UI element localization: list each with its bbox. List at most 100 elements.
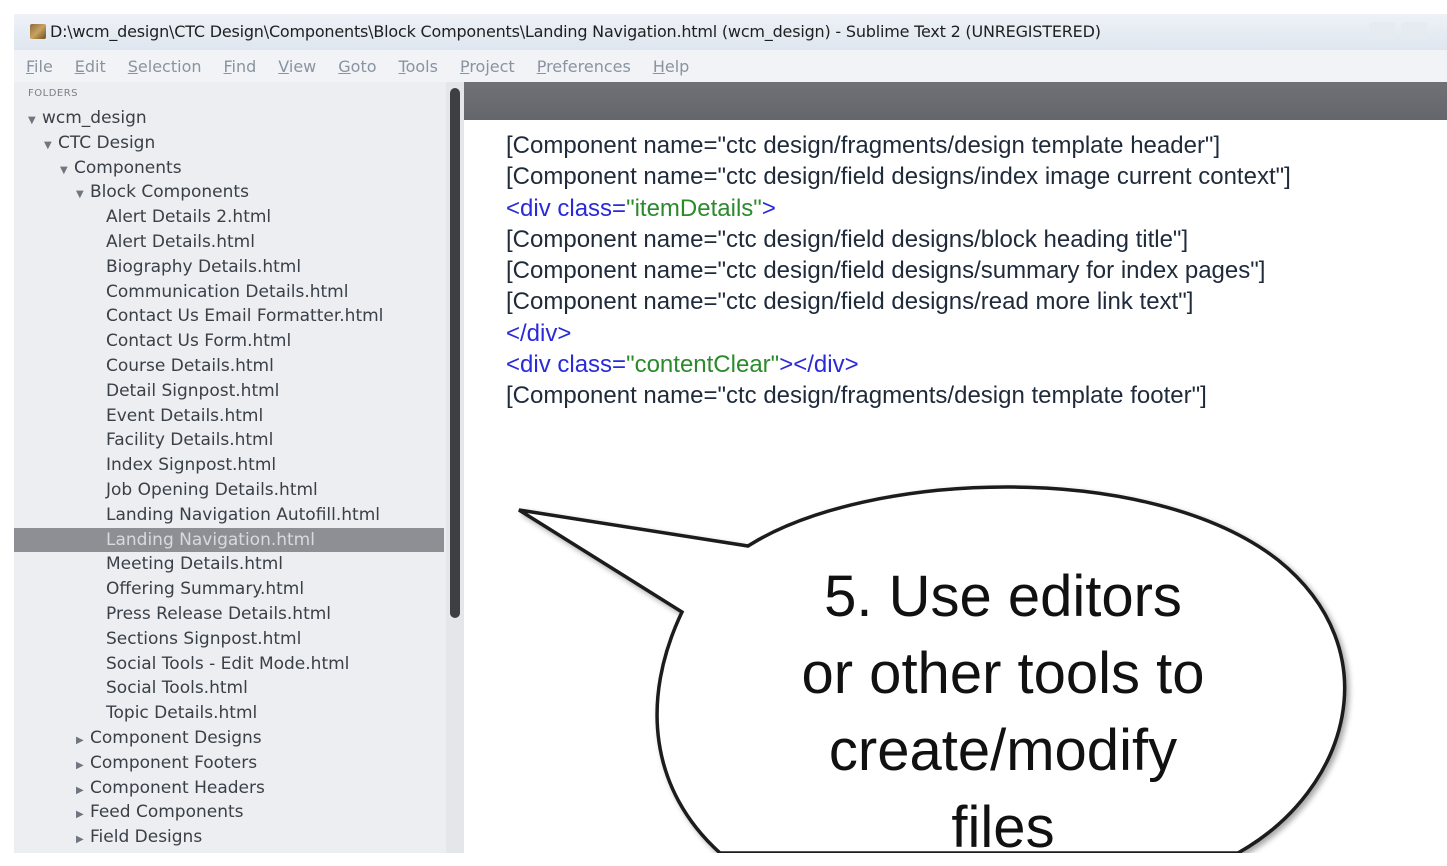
code-line[interactable]: [Component name="ctc design/field design… (506, 161, 1291, 192)
code-token-tag: <div class= (506, 351, 627, 379)
code-token-plain: [Component name="ctc design/fragments/de… (506, 132, 1221, 159)
tree-item-label: Alert Details 2.html (106, 207, 272, 228)
menu-goto[interactable]: Goto (338, 57, 376, 76)
code-line[interactable]: [Component name="ctc design/field design… (506, 286, 1291, 317)
tree-item-label: Component Footers (90, 752, 258, 773)
tree-file-item[interactable]: Alert Details 2.html (14, 205, 444, 230)
tree-file-item[interactable]: Detail Signpost.html (14, 379, 444, 404)
code-line[interactable]: </div> (506, 318, 1291, 349)
callout-line: create/modify (828, 718, 1178, 783)
code-token-plain: [Component name="ctc design/field design… (506, 163, 1291, 191)
window-controls (1369, 22, 1427, 40)
code-token-plain: [Component name="ctc design/field design… (506, 288, 1194, 316)
tree-item-label: Sections Signpost.html (106, 628, 302, 649)
tree-file-item[interactable]: Course Details.html (14, 354, 444, 379)
tree-item-label: Alert Details.html (106, 231, 255, 252)
code-line[interactable]: [Component name="ctc design/fragments/de… (506, 380, 1291, 411)
code-area[interactable]: [Component name="ctc design/fragments/de… (506, 130, 1291, 412)
tree-file-item[interactable]: Offering Summary.html (14, 577, 444, 602)
tree-item-label: wcm_design (42, 108, 147, 128)
tree-item-label: Facility Details.html (106, 430, 274, 451)
code-line[interactable]: [Component name="ctc design/field design… (506, 224, 1291, 255)
menu-view[interactable]: View (278, 57, 316, 76)
tree-item-label: Landing Navigation.html (106, 529, 315, 550)
tree-item-label: Topic Details.html (106, 703, 258, 724)
tree-file-item[interactable]: Biography Details.html (14, 255, 444, 280)
code-line[interactable]: <div class="contentClear"></div> (506, 349, 1291, 380)
tree-file-item[interactable]: Press Release Details.html (14, 602, 444, 627)
tree-file-item[interactable]: Landing Navigation Autofill.html (14, 503, 444, 528)
tree-file-item[interactable]: Job Opening Details.html (14, 478, 444, 503)
title-bar: D:\wcm_design\CTC Design\Components\Bloc… (14, 14, 1447, 51)
code-token-tag: <div class= (506, 194, 627, 222)
callout-line: or other tools to (801, 641, 1205, 706)
menu-selection[interactable]: Selection (128, 57, 202, 76)
tree-item-label: Meeting Details.html (106, 554, 284, 575)
tree-file-item[interactable]: Sections Signpost.html (14, 627, 444, 652)
tree-folder-item[interactable]: ▶ Field Designs (14, 825, 444, 850)
tree-item-label: CTC Design (58, 132, 156, 153)
tree-folder-item[interactable]: ▼ wcm_design (14, 106, 444, 131)
sublime-window: D:\wcm_design\CTC Design\Components\Bloc… (0, 0, 1447, 860)
menu-find[interactable]: Find (224, 57, 257, 76)
tree-file-item[interactable]: Landing Navigation.html (14, 527, 444, 553)
tab-bar (464, 82, 1447, 120)
tree-folder-item[interactable]: ▶ Component Headers (14, 776, 444, 801)
tree-item-label: Event Details.html (106, 405, 264, 426)
menu-bar: File Edit Selection Find View Goto Tools… (14, 50, 1447, 82)
tree-item-label: Contact Us Email Formatter.html (106, 306, 384, 327)
menu-preferences[interactable]: Preferences (537, 57, 631, 76)
code-token-tag: </div> (506, 319, 572, 347)
code-token-plain: [Component name="ctc design/field design… (506, 257, 1266, 285)
tree-file-item[interactable]: Meeting Details.html (14, 552, 444, 577)
code-line[interactable]: <div class="itemDetails"> (506, 193, 1291, 224)
tree-folder-item[interactable]: ▶ Component Footers (14, 751, 444, 776)
menu-help[interactable]: Help (653, 57, 689, 76)
tree-file-item[interactable]: Facility Details.html (14, 428, 444, 453)
collapsed-arrow-icon[interactable]: ▶ (76, 828, 90, 853)
callout-line: 5. Use editors (824, 564, 1182, 629)
tree-file-item[interactable]: Communication Details.html (14, 280, 444, 305)
tree-folder-item[interactable]: ▶ Component Designs (14, 726, 444, 751)
tree-file-item[interactable]: Contact Us Form.html (14, 329, 444, 354)
window-title: D:\wcm_design\CTC Design\Components\Bloc… (50, 22, 1101, 41)
sidebar-scrollbar[interactable] (446, 82, 464, 853)
callout-line: files (951, 795, 1055, 860)
tree-item-label: Detail Signpost.html (106, 380, 280, 401)
tree-item-label: Social Tools.html (106, 678, 248, 699)
tree-folder-item[interactable]: ▼ Block Components (14, 180, 444, 205)
sublime-app-icon (30, 24, 46, 39)
sidebar-scrollbar-thumb[interactable] (450, 88, 460, 618)
code-line[interactable]: [Component name="ctc design/fragments/de… (506, 130, 1291, 161)
tree-folder-item[interactable]: ▼ Components (14, 156, 444, 181)
tree-item-label: Feed Components (90, 802, 244, 823)
tree-file-item[interactable]: Social Tools - Edit Mode.html (14, 652, 444, 677)
tree-item-label: Field Designs (90, 827, 203, 848)
menu-file[interactable]: File (26, 57, 53, 76)
code-token-value: "itemDetails" (626, 194, 762, 222)
menu-project[interactable]: Project (460, 57, 515, 76)
tree-folder-item[interactable]: ▼ CTC Design (14, 131, 444, 156)
tree-file-item[interactable]: Event Details.html (14, 404, 444, 429)
tree-file-item[interactable]: Topic Details.html (14, 701, 444, 726)
menu-edit[interactable]: Edit (75, 57, 106, 76)
minimize-button[interactable] (1369, 22, 1395, 40)
tree-item-label: Offering Summary.html (106, 579, 305, 600)
tree-item-label: Index Signpost.html (106, 455, 277, 476)
code-line[interactable]: [Component name="ctc design/field design… (506, 255, 1291, 286)
maximize-button[interactable] (1401, 22, 1427, 40)
folders-sidebar: FOLDERS ▼ wcm_design ▼ CTC Design ▼ Component… (14, 82, 464, 853)
file-tree: ▼ wcm_design ▼ CTC Design ▼ Components ▼ Block … (14, 106, 444, 850)
code-token-plain: [Component name="ctc design/field design… (506, 225, 1189, 253)
tree-item-label: Communication Details.html (106, 281, 349, 302)
tree-folder-item[interactable]: ▶ Feed Components (14, 800, 444, 825)
code-token-tag: > (761, 194, 776, 222)
tree-item-label: Components (74, 157, 182, 178)
tree-file-item[interactable]: Contact Us Email Formatter.html (14, 304, 444, 329)
tree-file-item[interactable]: Social Tools.html (14, 676, 444, 701)
tree-item-label: Contact Us Form.html (106, 331, 292, 352)
tree-file-item[interactable]: Index Signpost.html (14, 453, 444, 478)
tree-item-label: Social Tools - Edit Mode.html (106, 653, 350, 674)
menu-tools[interactable]: Tools (399, 57, 438, 76)
tree-file-item[interactable]: Alert Details.html (14, 230, 444, 255)
